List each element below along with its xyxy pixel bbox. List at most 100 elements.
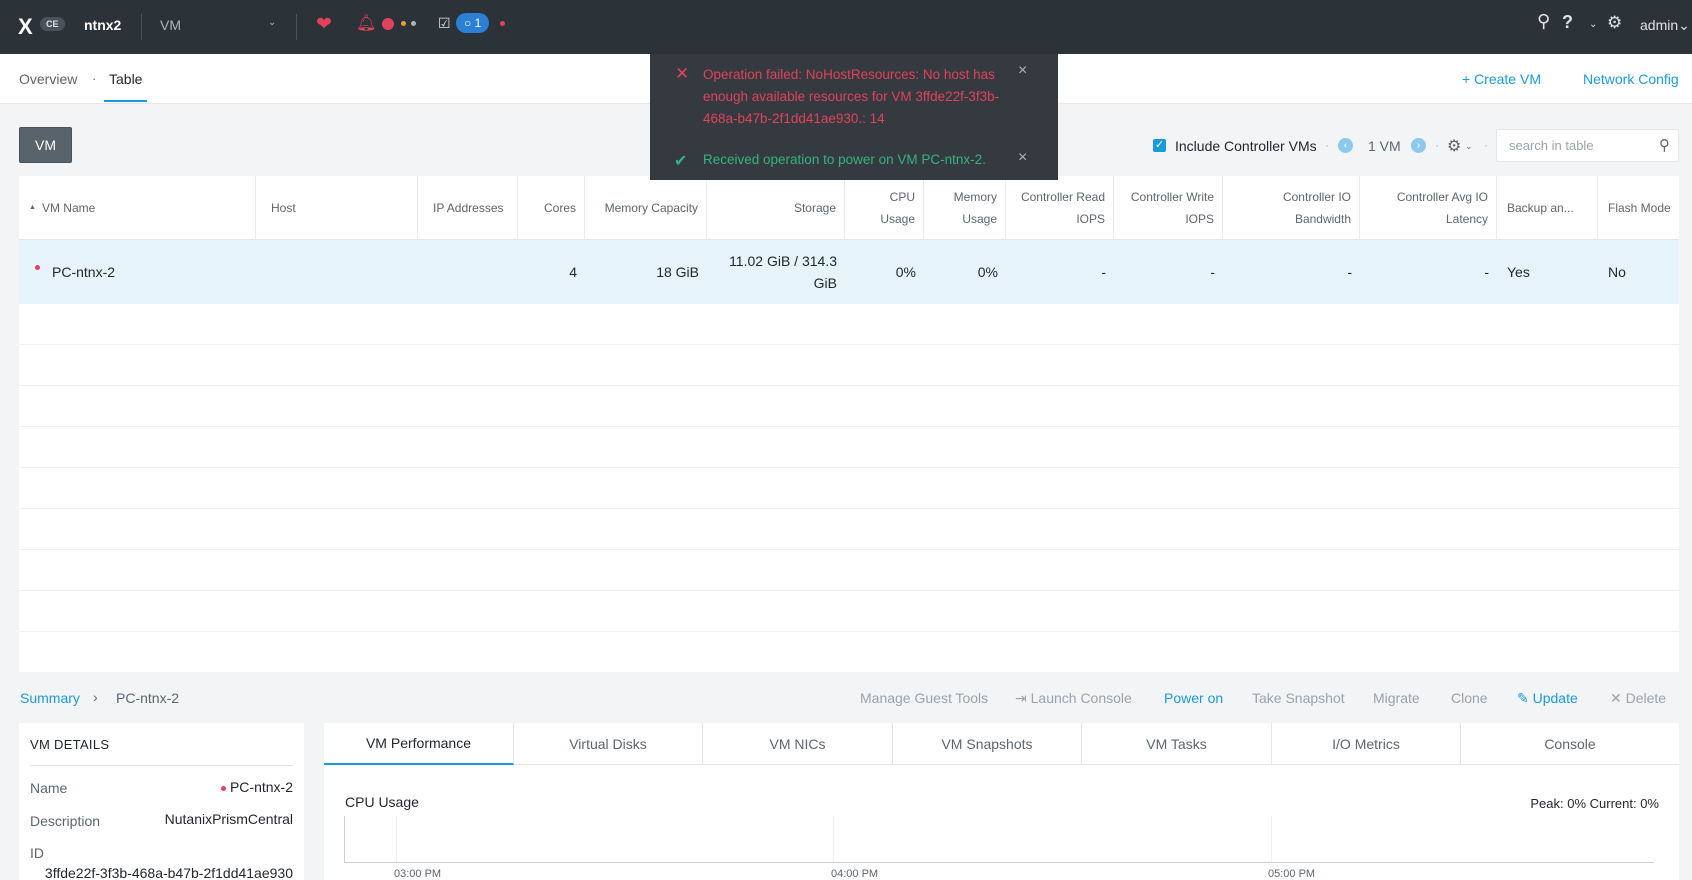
next-page-icon[interactable]: › — [1411, 138, 1426, 153]
create-vm-link[interactable]: + Create VM — [1462, 71, 1541, 87]
column-header-vm-name[interactable]: ▲ VM Name — [19, 176, 256, 240]
tab-vm-performance[interactable]: VM Performance — [324, 723, 514, 765]
launch-console-label: Launch Console — [1030, 690, 1132, 706]
cluster-name[interactable]: ntnx2 — [84, 17, 121, 33]
summary-link[interactable]: Summary — [20, 690, 80, 706]
column-header-memory-capacity[interactable]: Memory Capacity — [585, 176, 707, 240]
empty-row — [19, 550, 1679, 591]
empty-row — [19, 427, 1679, 468]
search-icon[interactable]: ⚲ — [1537, 11, 1550, 32]
column-header-controller-avg-io-latency[interactable]: Controller Avg IO Latency — [1360, 176, 1497, 240]
tab-console[interactable]: Console — [1461, 723, 1679, 765]
user-menu[interactable]: admin⌄ — [1640, 17, 1690, 34]
column-header-controller-io-bandwidth[interactable]: Controller IO Bandwidth — [1223, 176, 1360, 240]
separator-dot: · — [1325, 138, 1329, 152]
alerts-bell-icon[interactable]: 🔔︎ — [356, 13, 376, 33]
search-input[interactable] — [1509, 138, 1649, 153]
include-controller-vms-checkbox[interactable]: ✓ — [1153, 139, 1166, 152]
nutanix-logo-icon[interactable]: X — [18, 14, 33, 40]
vm-status-dot — [35, 265, 40, 270]
info-alert-dot[interactable] — [411, 21, 416, 26]
vm-status-dot — [220, 785, 226, 791]
breadcrumb-vm-name: PC-ntnx-2 — [116, 690, 180, 706]
close-icon[interactable]: × — [1018, 149, 1027, 167]
take-snapshot-button[interactable]: Take Snapshot — [1252, 690, 1345, 706]
table-row[interactable]: PC-ntnx-2 4 18 GiB 11.02 GiB / 314.3 GiB… — [19, 240, 1679, 304]
delete-button[interactable]: ✕ Delete — [1610, 690, 1666, 707]
health-heart-icon[interactable]: ❤ — [316, 13, 332, 36]
spinner-icon: ○ — [464, 16, 472, 30]
chevron-down-icon[interactable]: ⌄ — [1589, 19, 1597, 30]
header-label: Controller Write IOPS — [1130, 190, 1214, 226]
tab-overview[interactable]: Overview — [19, 71, 77, 87]
view-selector[interactable]: VM — [160, 17, 181, 33]
tab-virtual-disks[interactable]: Virtual Disks — [514, 723, 703, 765]
running-tasks-badge[interactable]: ○ 1 — [456, 13, 490, 33]
tab-vm-snapshots[interactable]: VM Snapshots — [893, 723, 1082, 765]
column-header-cpu-usage[interactable]: CPU Usage — [845, 176, 924, 240]
migrate-button[interactable]: Migrate — [1373, 690, 1420, 706]
cpu-usage-chart: 03:00 PM 04:00 PM 05:00 PM — [344, 816, 1654, 880]
cell-vm-name[interactable]: PC-ntnx-2 — [44, 240, 256, 304]
tab-separator: · — [92, 71, 97, 86]
column-header-storage[interactable]: Storage — [707, 176, 845, 240]
vm-details-card: VM DETAILS Name PC-ntnx-2 Description Nu… — [19, 723, 304, 880]
power-on-button[interactable]: Power on — [1164, 690, 1223, 706]
task-count: 1 — [474, 16, 482, 30]
header-label: CPU Usage — [880, 190, 915, 226]
network-config-link[interactable]: Network Config — [1583, 71, 1679, 87]
header-label: Backup an... — [1507, 201, 1574, 215]
tab-io-metrics[interactable]: I/O Metrics — [1272, 723, 1461, 765]
column-header-host[interactable]: Host — [256, 176, 418, 240]
close-icon[interactable]: × — [1018, 62, 1027, 80]
previous-page-icon[interactable]: ‹ — [1338, 138, 1353, 153]
cell-controller-write-iops: - — [1210, 264, 1215, 280]
header-label: Controller Avg IO Latency — [1396, 190, 1488, 226]
column-header-cores[interactable]: Cores — [518, 176, 585, 240]
cell-memory-usage: 0% — [977, 264, 998, 280]
tasks-clipboard-icon[interactable]: ☑ — [438, 15, 451, 32]
column-header-backup[interactable]: Backup an... — [1497, 176, 1598, 240]
search-icon[interactable]: ⚲ — [1659, 136, 1670, 154]
cpu-usage-chart-title: CPU Usage — [345, 794, 419, 810]
tab-table[interactable]: Table — [104, 71, 148, 102]
launch-console-button[interactable]: ⇥ Launch Console — [1015, 690, 1132, 707]
update-button[interactable]: ✎ Update — [1517, 690, 1578, 707]
help-icon[interactable]: ? — [1562, 12, 1573, 33]
warning-alert-dot[interactable] — [401, 21, 406, 26]
column-header-controller-read-iops[interactable]: Controller Read IOPS — [1006, 176, 1114, 240]
header-label: Memory Usage — [953, 190, 997, 226]
vm-details-title: VM DETAILS — [30, 737, 110, 752]
success-check-icon: ✔ — [674, 153, 688, 170]
empty-row — [19, 304, 1679, 345]
column-header-memory-usage[interactable]: Memory Usage — [924, 176, 1006, 240]
ce-badge: CE — [40, 17, 65, 31]
vm-table: ▲ VM Name Host IP Addresses Cores Memory … — [19, 176, 1679, 672]
separator-dot: · — [1484, 138, 1488, 152]
chevron-down-icon[interactable]: ⌄ — [268, 17, 276, 28]
divider — [30, 765, 293, 766]
clone-button[interactable]: Clone — [1451, 690, 1488, 706]
header-label: Storage — [793, 201, 836, 215]
sort-asc-icon: ▲ — [29, 204, 36, 211]
name-value: PC-ntnx-2 — [220, 779, 293, 795]
breadcrumb-separator: › — [93, 689, 98, 705]
cell-storage: 11.02 GiB / 314.3 GiB — [729, 253, 837, 291]
empty-row — [19, 386, 1679, 427]
task-error-dot[interactable] — [500, 21, 505, 26]
include-controller-vms-label[interactable]: Include Controller VMs — [1175, 138, 1317, 154]
tab-vm-nics[interactable]: VM NICs — [703, 723, 893, 765]
chevron-down-icon[interactable]: ⌄ — [1465, 141, 1473, 152]
table-header: ▲ VM Name Host IP Addresses Cores Memory … — [19, 176, 1679, 240]
vm-entity-button[interactable]: VM — [19, 127, 72, 163]
id-label: ID — [30, 845, 44, 861]
column-header-flash-mode[interactable]: Flash Mode — [1598, 176, 1679, 240]
column-header-ip-addresses[interactable]: IP Addresses — [418, 176, 518, 240]
gear-icon[interactable]: ⚙ — [1607, 13, 1622, 33]
table-settings-gear-icon[interactable]: ⚙ — [1447, 136, 1461, 156]
column-header-controller-write-iops[interactable]: Controller Write IOPS — [1114, 176, 1223, 240]
tab-vm-tasks[interactable]: VM Tasks — [1082, 723, 1272, 765]
manage-guest-tools-button[interactable]: Manage Guest Tools — [860, 690, 988, 706]
vm-count: 1 VM — [1368, 138, 1401, 154]
critical-alert-dot[interactable] — [382, 18, 394, 30]
